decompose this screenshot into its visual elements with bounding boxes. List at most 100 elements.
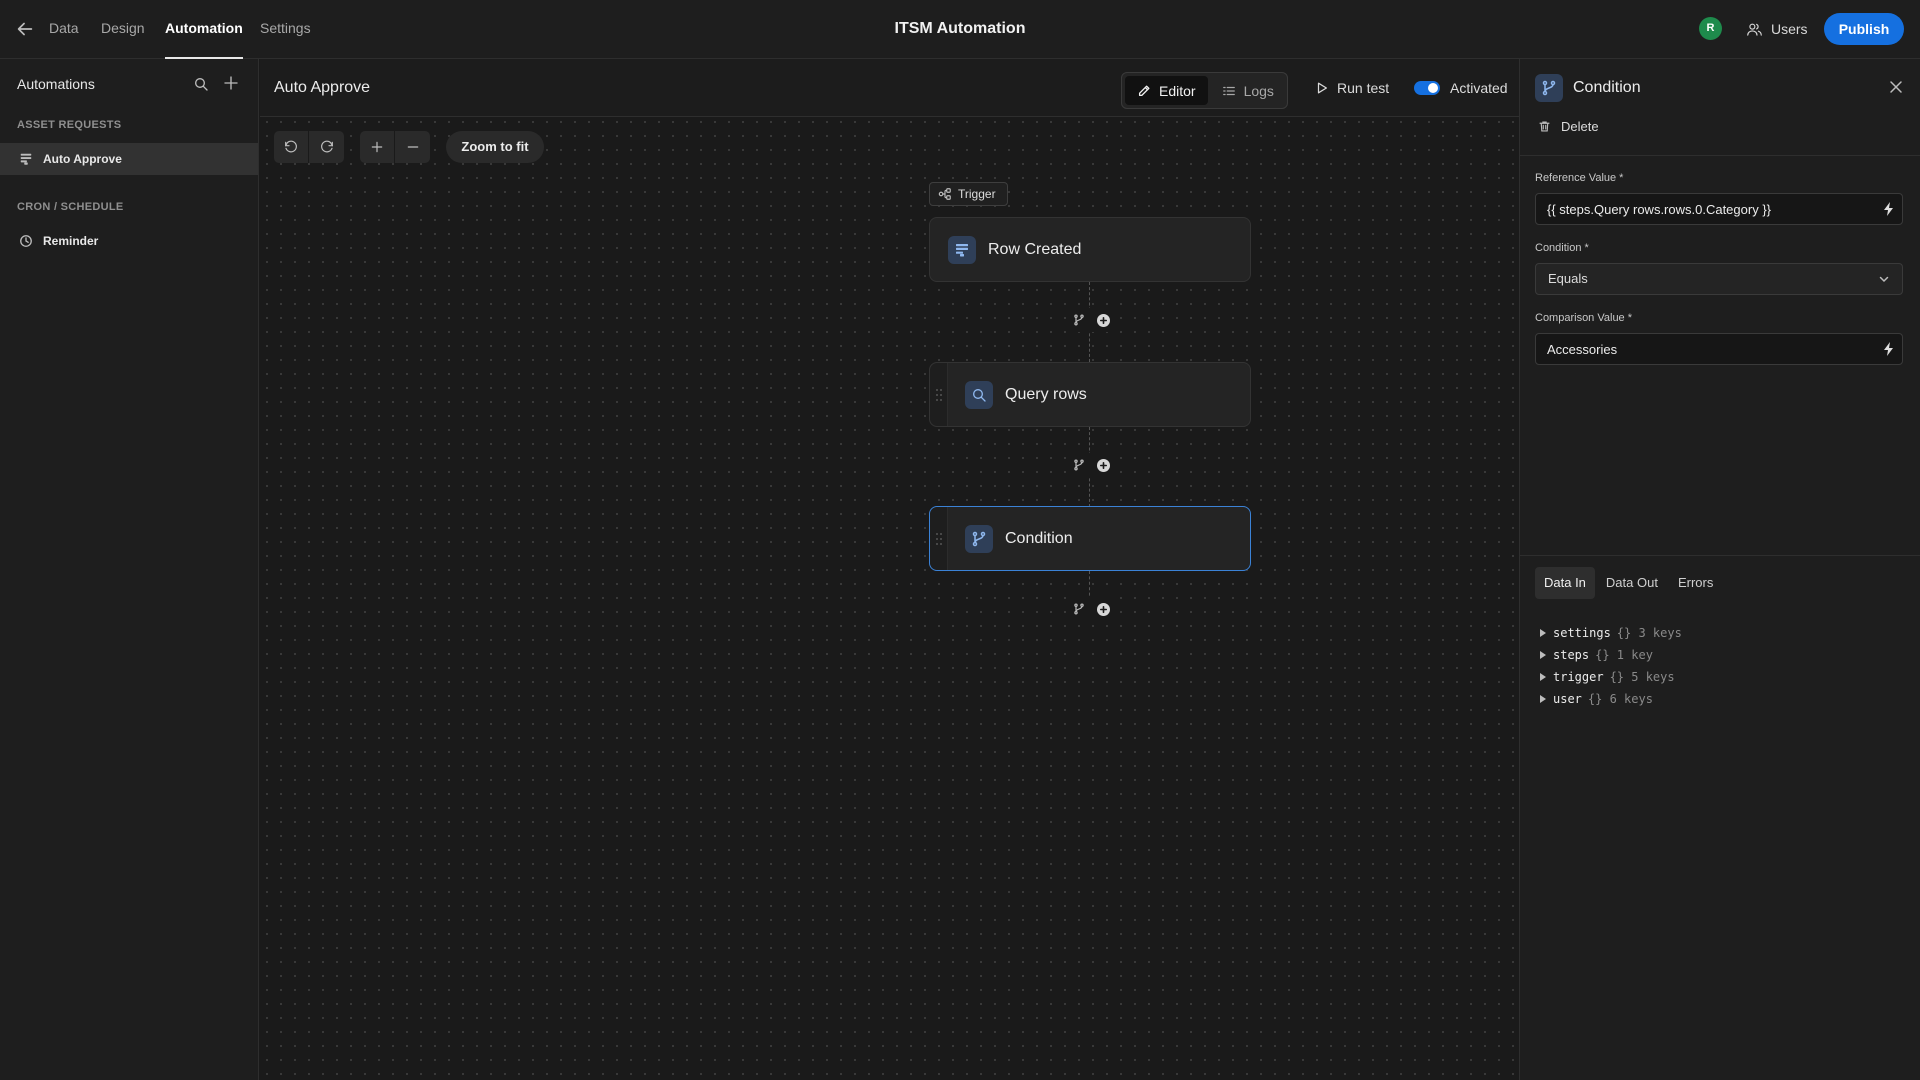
publish-button[interactable]: Publish [1824,13,1904,45]
sidebar-item-label: Reminder [43,234,99,248]
zoom-in-icon[interactable] [360,131,395,163]
chevron-down-icon [1878,273,1890,285]
node-label: Query rows [1005,385,1087,403]
divider [1520,155,1920,156]
run-test-button[interactable]: Run test [1315,76,1389,100]
trigger-badge: Trigger [929,182,1008,206]
run-test-label: Run test [1337,80,1390,96]
caret-right-icon [1539,695,1547,703]
tree-meta: {} 1 key [1595,648,1653,662]
data-tree: settings {} 3 keys steps {} 1 key trigge… [1539,622,1682,710]
section-heading-asset-requests: ASSET REQUESTS [17,119,122,131]
comparison-value-label: Comparison Value * [1535,312,1633,324]
automation-canvas[interactable] [260,59,1519,1080]
row-icon [948,235,976,264]
search-icon [965,380,993,409]
activated-label: Activated [1450,80,1508,96]
tab-data[interactable]: Data [49,0,79,59]
data-tabs: Data In Data Out Errors [1535,567,1722,599]
tab-errors[interactable]: Errors [1669,567,1722,599]
panel-title: Condition [1573,79,1641,96]
lightning-bolt-icon[interactable] [1883,342,1895,356]
branch-icon[interactable] [1073,459,1085,471]
divider [1520,555,1920,556]
caret-right-icon [1539,673,1547,681]
top-bar: Data Design Automation Settings ITSM Aut… [0,0,1920,59]
zoom-controls [360,131,430,163]
caret-right-icon [1539,651,1547,659]
trash-icon [1538,120,1551,133]
add-step-icon[interactable] [1096,458,1110,472]
tree-meta: {} 3 keys [1616,626,1682,640]
back-arrow-icon[interactable] [14,18,36,40]
delete-step-button[interactable]: Delete [1538,116,1599,136]
avatar[interactable]: R [1699,17,1722,40]
node-label: Condition [1005,529,1073,547]
flow-node-condition[interactable]: Condition [929,506,1251,571]
undo-icon[interactable] [274,131,309,163]
branch-icon[interactable] [1073,603,1085,615]
connector-actions [1066,597,1116,621]
tree-meta: {} 5 keys [1609,670,1675,684]
automation-name: Auto Approve [274,79,371,96]
branch-icon[interactable] [1073,314,1085,326]
drag-handle-icon[interactable] [930,363,948,426]
tab-automation[interactable]: Automation [165,0,243,59]
pencil-icon [1137,84,1151,98]
tree-meta: {} 6 keys [1587,692,1653,706]
zoom-out-icon[interactable] [395,131,430,163]
add-step-icon[interactable] [1096,313,1110,327]
users-icon [1746,21,1763,38]
flow-node-query-rows[interactable]: Query rows [929,362,1251,427]
row-icon [19,152,33,166]
search-icon[interactable] [193,76,209,92]
comparison-value-input[interactable] [1535,333,1903,365]
canvas-header: Auto Approve Editor Logs Run test Activa… [260,59,1519,117]
activated-toggle[interactable] [1414,81,1440,95]
drag-handle-icon[interactable] [930,507,948,570]
section-heading-cron-schedule: CRON / SCHEDULE [17,201,124,213]
users-button[interactable]: Users [1746,15,1808,43]
condition-selected-value: Equals [1548,271,1588,286]
tree-node-steps[interactable]: steps {} 1 key [1539,644,1682,666]
reference-value-input[interactable] [1535,193,1903,225]
editor-mode-button[interactable]: Editor [1125,76,1208,105]
tab-design[interactable]: Design [101,0,145,59]
tree-key: user [1553,692,1582,706]
sidebar-item-label: Auto Approve [43,152,122,166]
trigger-icon [938,187,952,201]
tree-node-settings[interactable]: settings {} 3 keys [1539,622,1682,644]
play-icon [1315,81,1329,95]
zoom-to-fit-button[interactable]: Zoom to fit [446,131,544,163]
delete-label: Delete [1561,118,1599,134]
redo-icon[interactable] [309,131,344,163]
caret-right-icon [1539,629,1547,637]
lightning-bolt-icon[interactable] [1883,202,1895,216]
flow-node-row-created[interactable]: Row Created [929,217,1251,282]
sidebar-item-auto-approve[interactable]: Auto Approve [0,143,258,175]
node-label: Row Created [988,240,1082,258]
condition-select[interactable]: Equals [1535,263,1903,295]
step-config-panel: Condition Delete Reference Value * Condi… [1519,59,1920,1080]
tab-data-in[interactable]: Data In [1535,567,1595,599]
condition-label: Condition * [1535,242,1589,254]
logs-mode-button[interactable]: Logs [1210,76,1286,105]
tab-data-out[interactable]: Data Out [1597,567,1667,599]
tree-node-trigger[interactable]: trigger {} 5 keys [1539,666,1682,688]
close-icon[interactable] [1888,79,1904,95]
add-step-icon[interactable] [1096,602,1110,616]
branch-icon [965,524,993,553]
sidebar-item-reminder[interactable]: Reminder [0,225,258,257]
branch-icon [1535,74,1563,102]
automations-sidebar: Automations ASSET REQUESTS Auto Approve … [0,59,259,1080]
tree-key: settings [1553,626,1611,640]
users-label: Users [1771,21,1808,37]
add-automation-icon[interactable] [222,74,240,92]
mode-switcher: Editor Logs [1121,72,1288,109]
connector-actions [1066,308,1116,332]
tab-settings[interactable]: Settings [260,0,311,59]
tree-key: steps [1553,648,1590,662]
app-title: ITSM Automation [894,20,1026,37]
tree-node-user[interactable]: user {} 6 keys [1539,688,1682,710]
sidebar-title: Automations [17,76,95,92]
